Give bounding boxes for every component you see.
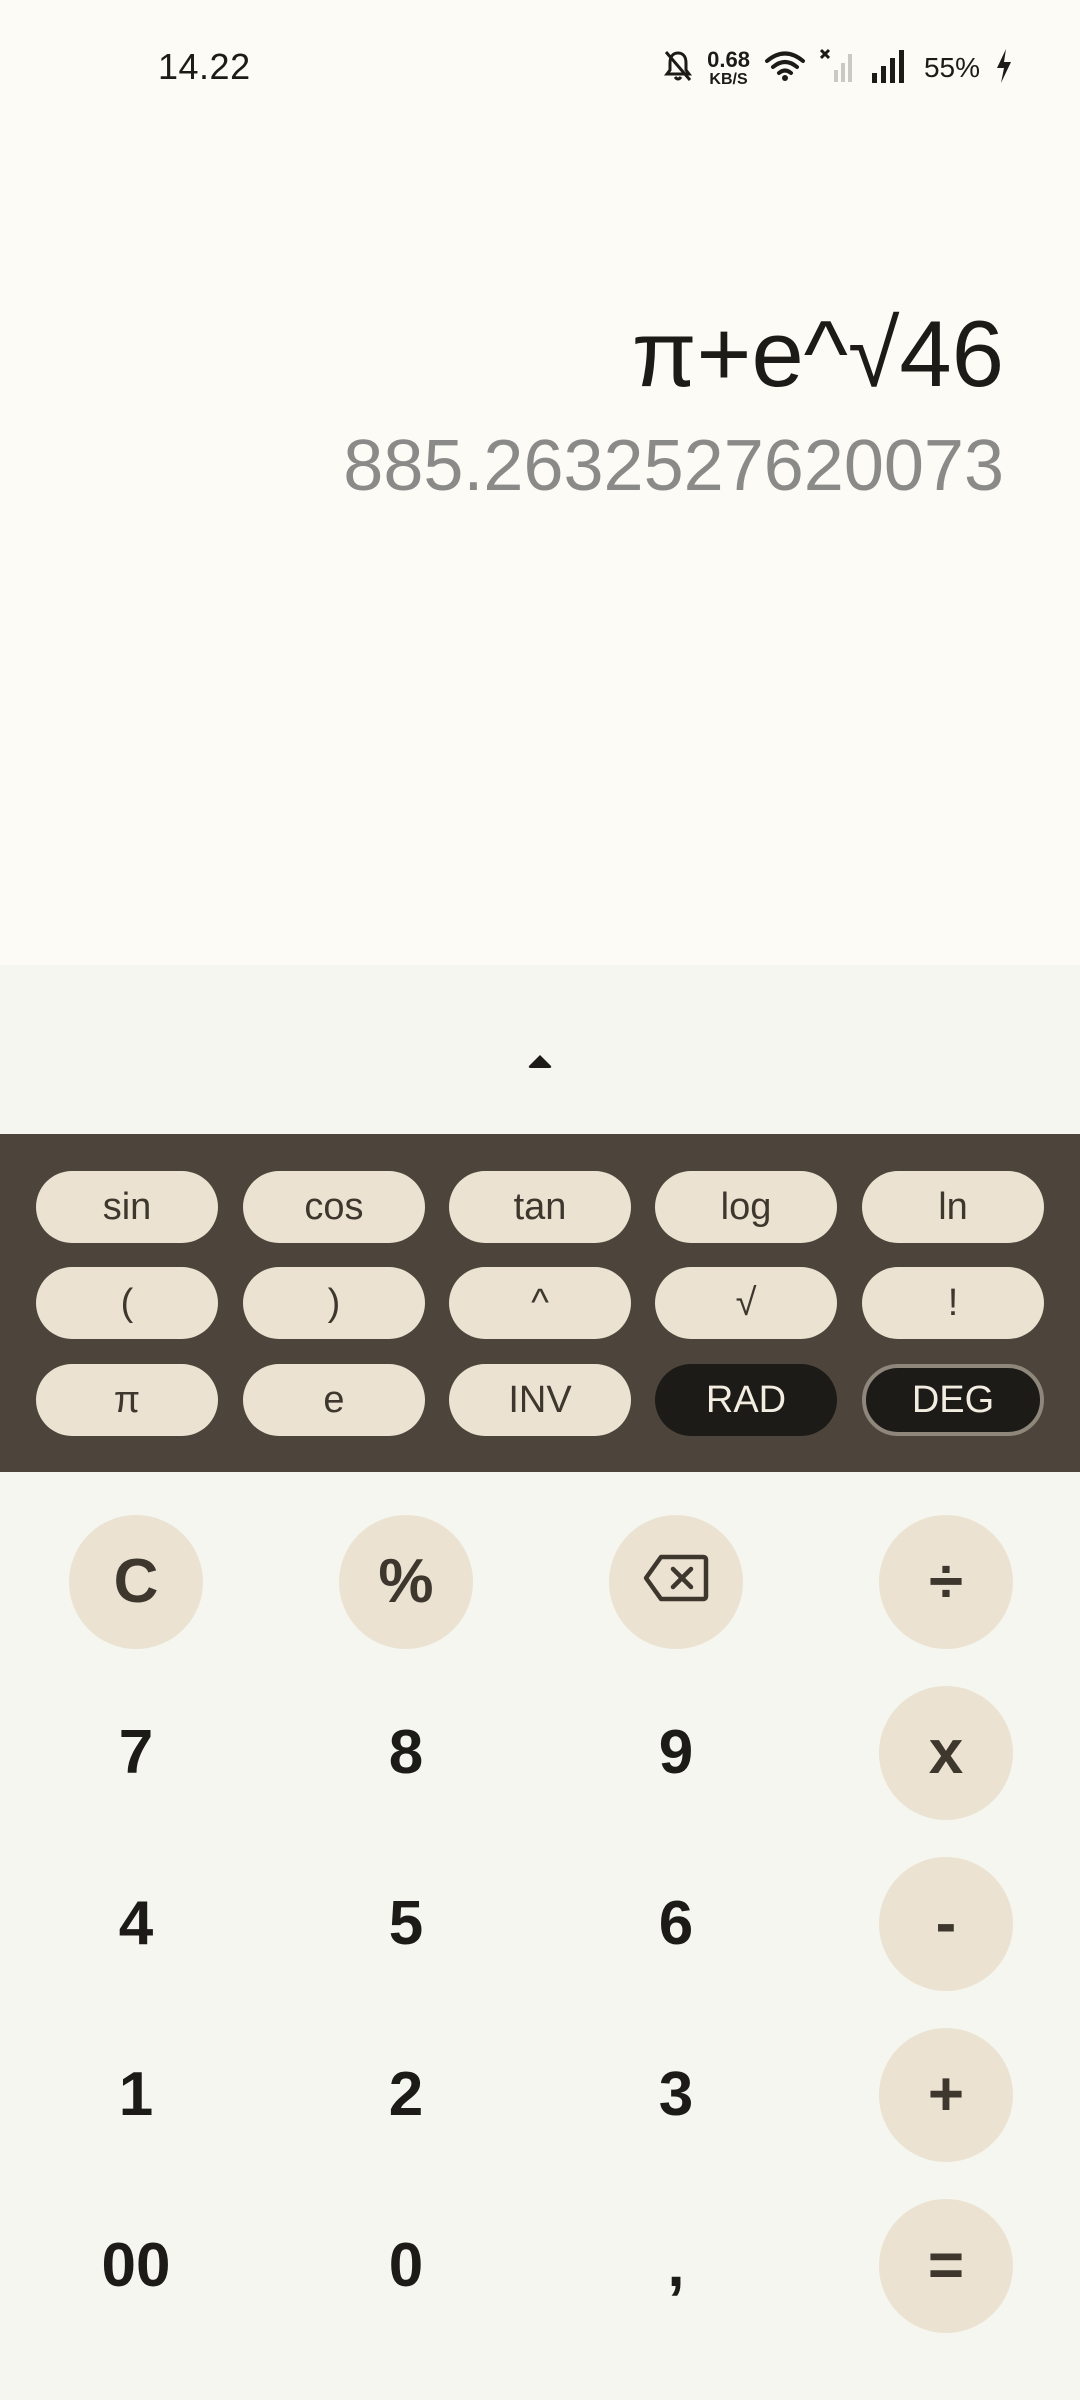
multiply-button[interactable]: x xyxy=(879,1686,1013,1820)
scientific-panel: sin cos tan log ln ( ) ^ √ ! π e INV RAD… xyxy=(0,1134,1080,1472)
equals-button[interactable]: = xyxy=(879,2199,1013,2333)
digit-4-button[interactable]: 4 xyxy=(69,1857,203,1991)
open-paren-label: ( xyxy=(120,1281,134,1324)
bell-off-icon xyxy=(663,49,693,88)
ln-label: ln xyxy=(938,1185,968,1228)
sqrt-button[interactable]: √ xyxy=(655,1267,837,1339)
sin-button[interactable]: sin xyxy=(36,1171,218,1243)
log-label: log xyxy=(720,1185,772,1228)
close-paren-label: ) xyxy=(327,1281,341,1324)
ln-button[interactable]: ln xyxy=(862,1171,1044,1243)
calculator-display: π+e^√46 885.2632527620073 xyxy=(0,140,1080,965)
digit-7-button[interactable]: 7 xyxy=(69,1686,203,1820)
charging-icon xyxy=(994,48,1014,89)
network-speed-unit: KB/S xyxy=(709,70,748,88)
multiply-label: x xyxy=(928,1718,964,1787)
deg-button[interactable]: DEG xyxy=(862,1364,1044,1436)
digit-0-label: 0 xyxy=(388,2231,424,2300)
digit-9-label: 9 xyxy=(658,1718,694,1787)
divide-button[interactable]: ÷ xyxy=(879,1515,1013,1649)
signal-icon xyxy=(870,49,910,88)
plus-button[interactable]: + xyxy=(879,2028,1013,2162)
digit-8-label: 8 xyxy=(388,1718,424,1787)
digit-3-button[interactable]: 3 xyxy=(609,2028,743,2162)
digit-5-label: 5 xyxy=(388,1889,424,1958)
minus-label: - xyxy=(935,1889,957,1958)
digit-6-label: 6 xyxy=(658,1889,694,1958)
inv-label: INV xyxy=(508,1378,572,1421)
clear-button[interactable]: C xyxy=(69,1515,203,1649)
open-paren-button[interactable]: ( xyxy=(36,1267,218,1339)
chevron-up-icon xyxy=(527,1053,553,1074)
divide-label: ÷ xyxy=(928,1547,964,1616)
decimal-button[interactable]: , xyxy=(609,2199,743,2333)
rad-button[interactable]: RAD xyxy=(655,1364,837,1436)
deg-label: DEG xyxy=(911,1378,995,1421)
minus-button[interactable]: - xyxy=(879,1857,1013,1991)
digit-2-button[interactable]: 2 xyxy=(339,2028,473,2162)
tan-label: tan xyxy=(513,1185,567,1228)
pi-label: π xyxy=(113,1378,141,1421)
factorial-button[interactable]: ! xyxy=(862,1267,1044,1339)
digit-9-button[interactable]: 9 xyxy=(609,1686,743,1820)
wifi-icon xyxy=(764,50,806,87)
percent-label: % xyxy=(378,1547,434,1616)
plus-label: + xyxy=(927,2060,965,2129)
factorial-label: ! xyxy=(947,1281,959,1324)
network-speed-value: 0.68 xyxy=(707,46,750,72)
e-button[interactable]: e xyxy=(243,1364,425,1436)
expression-text[interactable]: π+e^√46 xyxy=(632,300,1004,408)
rad-label: RAD xyxy=(705,1378,787,1421)
digit-5-button[interactable]: 5 xyxy=(339,1857,473,1991)
double-zero-label: 00 xyxy=(101,2231,171,2300)
network-speed: 0.68 KB/S xyxy=(707,46,750,88)
digit-1-button[interactable]: 1 xyxy=(69,2028,203,2162)
backspace-button[interactable] xyxy=(609,1515,743,1649)
digit-3-label: 3 xyxy=(658,2060,694,2129)
result-text: 885.2632527620073 xyxy=(343,426,1004,506)
sin-label: sin xyxy=(102,1185,152,1228)
digit-6-button[interactable]: 6 xyxy=(609,1857,743,1991)
sqrt-label: √ xyxy=(735,1281,757,1324)
e-label: e xyxy=(323,1378,345,1421)
cos-button[interactable]: cos xyxy=(243,1171,425,1243)
inv-button[interactable]: INV xyxy=(449,1364,631,1436)
digit-1-label: 1 xyxy=(118,2060,154,2129)
backspace-icon xyxy=(643,1547,709,1618)
power-button[interactable]: ^ xyxy=(449,1267,631,1339)
close-paren-button[interactable]: ) xyxy=(243,1267,425,1339)
collapse-panel-button[interactable] xyxy=(510,1043,570,1083)
sim-no-signal-icon xyxy=(819,48,856,89)
digit-8-button[interactable]: 8 xyxy=(339,1686,473,1820)
status-icons: 0.68 KB/S 55% xyxy=(663,46,1014,90)
tan-button[interactable]: tan xyxy=(449,1171,631,1243)
log-button[interactable]: log xyxy=(655,1171,837,1243)
clear-label: C xyxy=(113,1547,159,1616)
status-time: 14.22 xyxy=(158,46,251,87)
equals-label: = xyxy=(927,2231,965,2300)
battery-level: 55% xyxy=(923,52,980,83)
digit-0-button[interactable]: 0 xyxy=(339,2199,473,2333)
status-bar: 14.22 0.68 KB/S 55% xyxy=(0,0,1080,140)
pi-button[interactable]: π xyxy=(36,1364,218,1436)
digit-2-label: 2 xyxy=(388,2060,424,2129)
percent-button[interactable]: % xyxy=(339,1515,473,1649)
digit-4-label: 4 xyxy=(118,1889,154,1958)
cos-label: cos xyxy=(304,1185,364,1228)
digit-7-label: 7 xyxy=(118,1718,154,1787)
double-zero-button[interactable]: 00 xyxy=(69,2199,203,2333)
decimal-label: , xyxy=(667,2231,685,2300)
power-label: ^ xyxy=(531,1281,549,1324)
